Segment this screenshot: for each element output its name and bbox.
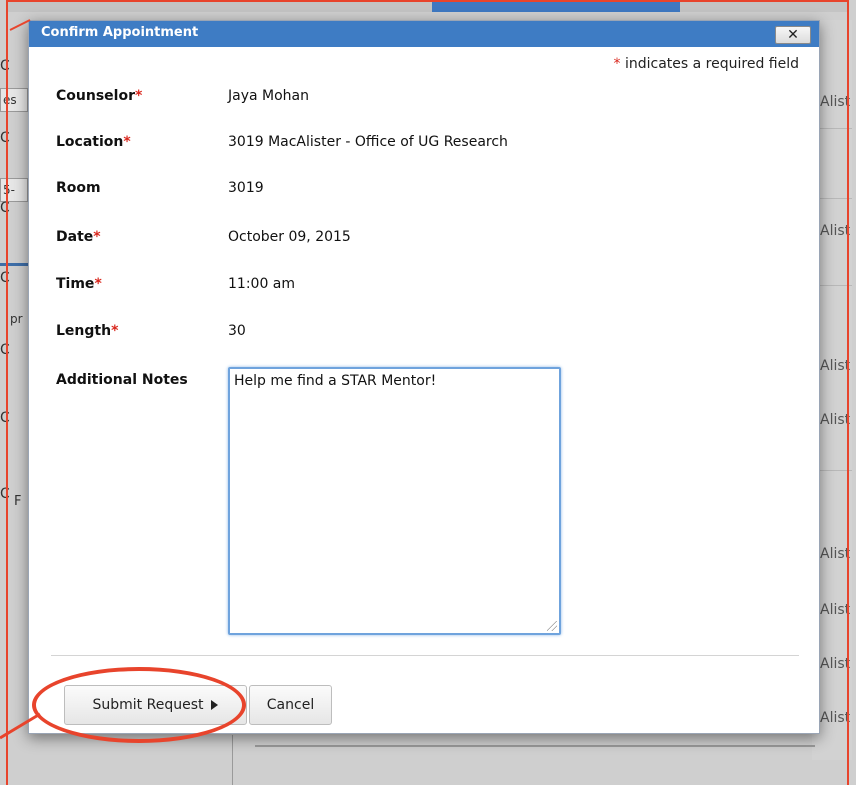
required-star: * <box>111 323 119 339</box>
room-label: Room <box>56 180 101 196</box>
resize-grip-icon[interactable] <box>547 621 557 631</box>
confirm-appointment-dialog: Confirm Appointment ✕ * indicates a requ… <box>28 20 820 734</box>
label-text: Length <box>56 323 112 339</box>
required-star: * <box>93 229 101 245</box>
required-star: * <box>94 276 102 292</box>
label-text: Date <box>56 229 94 245</box>
required-star: * <box>613 56 621 72</box>
footer-divider <box>51 655 799 656</box>
required-field-note: * indicates a required field <box>614 56 799 72</box>
dialog-title: Confirm Appointment <box>41 25 199 40</box>
counselor-value: Jaya Mohan <box>228 88 309 104</box>
dialog-header: Confirm Appointment ✕ <box>29 21 819 47</box>
date-value: October 09, 2015 <box>228 229 351 245</box>
label-text: Counselor <box>56 88 135 104</box>
required-note-text: indicates a required field <box>624 56 799 72</box>
label-text: Time <box>56 276 95 292</box>
label-text: Room <box>56 180 101 196</box>
label-text: Location <box>56 134 124 150</box>
time-label: Time* <box>56 276 102 292</box>
submit-request-button[interactable]: Submit Request <box>64 685 247 725</box>
submit-request-label: Submit Request <box>92 697 204 713</box>
additional-notes-textarea[interactable]: Help me find a STAR Mentor! <box>228 367 561 635</box>
play-arrow-icon <box>211 700 219 710</box>
close-icon: ✕ <box>787 27 799 43</box>
location-value: 3019 MacAlister - Office of UG Research <box>228 134 508 150</box>
date-label: Date* <box>56 229 101 245</box>
close-button[interactable]: ✕ <box>775 26 811 44</box>
cancel-label: Cancel <box>266 697 315 713</box>
time-value: 11:00 am <box>228 276 296 292</box>
additional-notes-label: Additional Notes <box>56 372 188 388</box>
counselor-label: Counselor* <box>56 88 142 104</box>
length-value: 30 <box>228 323 246 339</box>
length-label: Length* <box>56 323 118 339</box>
required-star: * <box>123 134 131 150</box>
location-label: Location* <box>56 134 131 150</box>
room-value: 3019 <box>228 180 264 196</box>
required-star: * <box>134 88 143 104</box>
cancel-button[interactable]: Cancel <box>249 685 332 725</box>
